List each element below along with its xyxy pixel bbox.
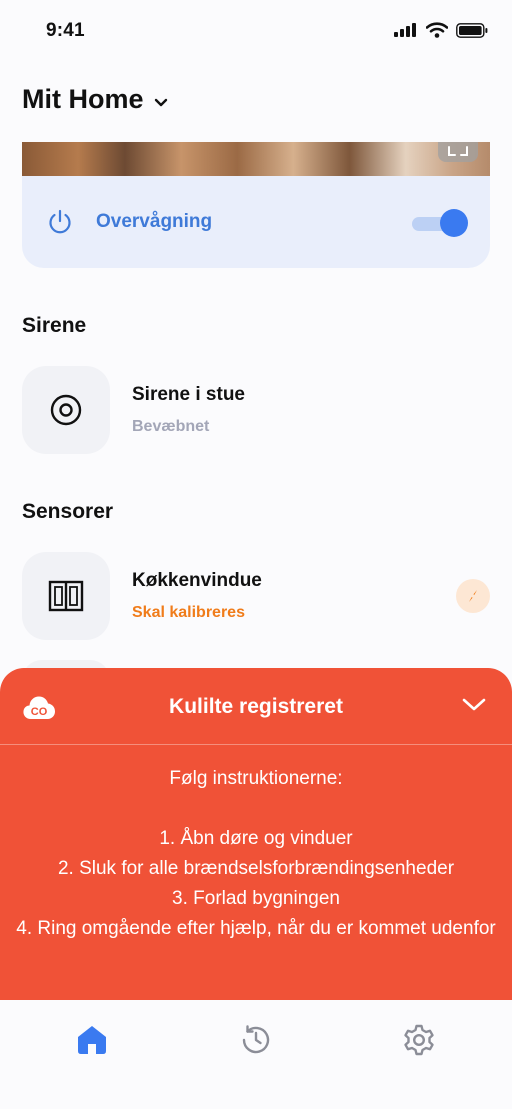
monitoring-toggle[interactable] [412, 209, 468, 239]
page-title: Mit Home [22, 84, 144, 114]
chevron-down-icon [154, 98, 167, 106]
tab-settings[interactable] [399, 1020, 439, 1060]
window-icon [48, 580, 84, 612]
collapse-chevron-icon[interactable] [462, 698, 486, 712]
monitoring-card: Overvågning [22, 142, 490, 268]
siren-icon-box [22, 366, 110, 454]
alert-step: 3. Forlad bygningen [172, 888, 340, 909]
power-icon [49, 209, 71, 234]
alert-intro: Følg instruktionerne: [169, 768, 343, 789]
sensor-device-row[interactable]: Køkkenvindue Skal kalibreres [22, 552, 490, 642]
sensor-device-name: Køkkenvindue [132, 570, 262, 591]
camera-preview[interactable] [22, 142, 490, 176]
co-alert-panel: CO Kulilte registreret Følg instruktione… [0, 668, 512, 1000]
alert-step: 4. Ring omgående efter hjælp, når du er … [16, 918, 496, 939]
tab-bar [0, 1000, 512, 1109]
fullscreen-icon [448, 146, 468, 156]
wifi-icon [426, 22, 448, 38]
tab-history[interactable] [236, 1020, 276, 1060]
alert-instructions: Følg instruktionerne: 1. Åbn døre og vin… [0, 764, 512, 944]
sensor-device-status: Skal kalibreres [132, 604, 245, 621]
window-sensor-icon-box [22, 552, 110, 640]
monitoring-label: Overvågning [96, 211, 213, 232]
alert-header[interactable]: CO Kulilte registreret [0, 668, 512, 745]
alert-title: Kulilte registreret [169, 695, 343, 718]
calibration-badge[interactable] [456, 579, 490, 613]
status-icons [394, 22, 488, 38]
siren-device-name: Sirene i stue [132, 384, 245, 405]
alert-step: 1. Åbn døre og vinduer [159, 828, 353, 849]
fullscreen-button[interactable] [438, 142, 478, 162]
status-time: 9:41 [46, 20, 85, 41]
siren-section-title: Sirene [22, 314, 87, 337]
siren-icon [50, 394, 82, 426]
siren-device-row[interactable]: Sirene i stue Bevæbnet [22, 366, 490, 456]
settings-icon [404, 1024, 434, 1056]
monitoring-row: Overvågning [46, 208, 212, 236]
home-icon [78, 1026, 106, 1054]
battery-icon [456, 22, 488, 38]
alert-step: 2. Sluk for alle brændselsforbrændingsen… [57, 858, 455, 879]
cellular-signal-icon [394, 23, 416, 37]
status-bar: 9:41 [0, 0, 512, 64]
home-selector[interactable]: Mit Home [22, 84, 168, 115]
toggle-knob [440, 209, 468, 237]
siren-device-status: Bevæbnet [132, 418, 210, 435]
sensor-section-title: Sensorer [22, 500, 114, 523]
tab-home[interactable] [72, 1020, 112, 1060]
compass-icon [469, 590, 477, 602]
history-icon [242, 1025, 270, 1054]
